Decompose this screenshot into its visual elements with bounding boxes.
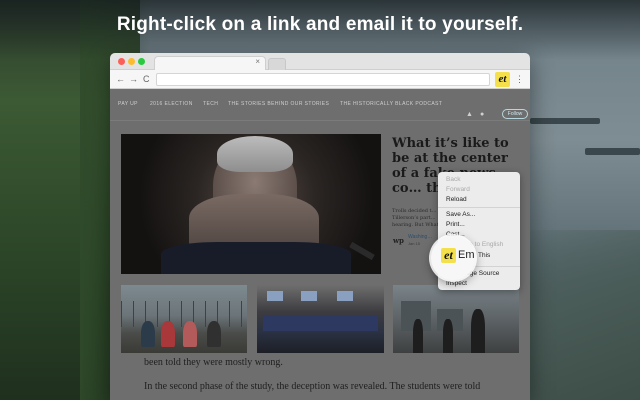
byline-author[interactable]: Washing… <box>408 234 432 240</box>
browser-tab[interactable]: × <box>154 56 266 70</box>
article-body-line: In the second phase of the study, the de… <box>144 381 481 392</box>
forward-arrow-icon[interactable]: → <box>129 73 138 85</box>
menu-separator <box>438 207 520 208</box>
person-figure <box>471 309 485 353</box>
context-menu-reload[interactable]: Reload <box>438 195 520 205</box>
site-nav-item[interactable]: 2016 ELECTION <box>150 101 193 107</box>
story-thumbnail[interactable] <box>121 285 247 353</box>
email-this-extension-icon: et <box>441 248 456 263</box>
close-window-button[interactable] <box>118 58 125 65</box>
nav-divider <box>110 120 530 121</box>
site-nav-item[interactable]: THE STORIES BEHIND OUR STORIES <box>228 101 329 107</box>
fence <box>121 301 247 327</box>
publisher-logo: wp <box>393 236 404 245</box>
monitor <box>337 291 353 301</box>
site-nav-item[interactable]: THE HISTORICALLY BLACK PODCAST <box>340 101 442 107</box>
promo-headline: Right-click on a link and email it to yo… <box>116 14 524 35</box>
reload-icon[interactable]: C <box>143 73 150 85</box>
background-ship <box>530 118 600 124</box>
background-ship <box>585 148 640 155</box>
person-figure <box>413 319 423 353</box>
site-nav-item[interactable]: TECH <box>203 101 218 107</box>
magnified-email-this-item[interactable]: et Email This <box>431 236 475 280</box>
person-figure <box>161 321 175 347</box>
address-bar[interactable] <box>156 73 490 86</box>
context-menu-forward: Forward <box>446 186 470 193</box>
person-figure <box>183 321 197 347</box>
new-tab-button[interactable] <box>268 58 286 70</box>
microphone <box>349 241 375 261</box>
byline-date: Jan 15 <box>408 241 421 246</box>
person-figure <box>443 319 453 353</box>
hero-figure-hair <box>217 136 293 172</box>
monitor <box>301 291 317 301</box>
context-menu-save-as[interactable]: Save As... <box>438 210 520 220</box>
facebook-icon[interactable]: ● <box>480 111 484 118</box>
site-nav: PAY UP 2016 ELECTION TECH THE STORIES BE… <box>118 101 528 119</box>
hero-image[interactable] <box>121 134 381 274</box>
story-thumbnail[interactable] <box>257 285 384 353</box>
article-body-line: been told they were mostly wrong. <box>144 357 283 368</box>
tab-close-icon[interactable]: × <box>255 57 260 66</box>
title-bar: × <box>110 53 530 70</box>
twitter-icon[interactable]: ▲ <box>466 111 473 118</box>
minimize-window-button[interactable] <box>128 58 135 65</box>
person-figure <box>207 321 221 347</box>
email-this-label: Email This <box>458 249 475 261</box>
context-menu-back: Back <box>446 176 461 183</box>
back-arrow-icon[interactable]: ← <box>116 73 125 85</box>
follow-button[interactable]: Follow <box>502 109 528 119</box>
browser-toolbar: ← → C et ⋮ <box>110 70 530 89</box>
desk <box>263 315 378 331</box>
context-menu-print[interactable]: Print... <box>438 220 520 230</box>
email-this-extension-icon[interactable]: et <box>495 72 510 87</box>
story-thumbnail[interactable] <box>393 285 519 353</box>
maximize-window-button[interactable] <box>138 58 145 65</box>
person-figure <box>141 321 155 347</box>
hero-figure-suit <box>161 242 351 274</box>
monitor <box>267 291 283 301</box>
site-nav-item[interactable]: PAY UP <box>118 101 138 107</box>
browser-menu-icon[interactable]: ⋮ <box>515 72 524 86</box>
email-this-label-tail[interactable]: This <box>478 251 490 261</box>
context-menu-inspect[interactable]: Inspect <box>438 279 520 289</box>
